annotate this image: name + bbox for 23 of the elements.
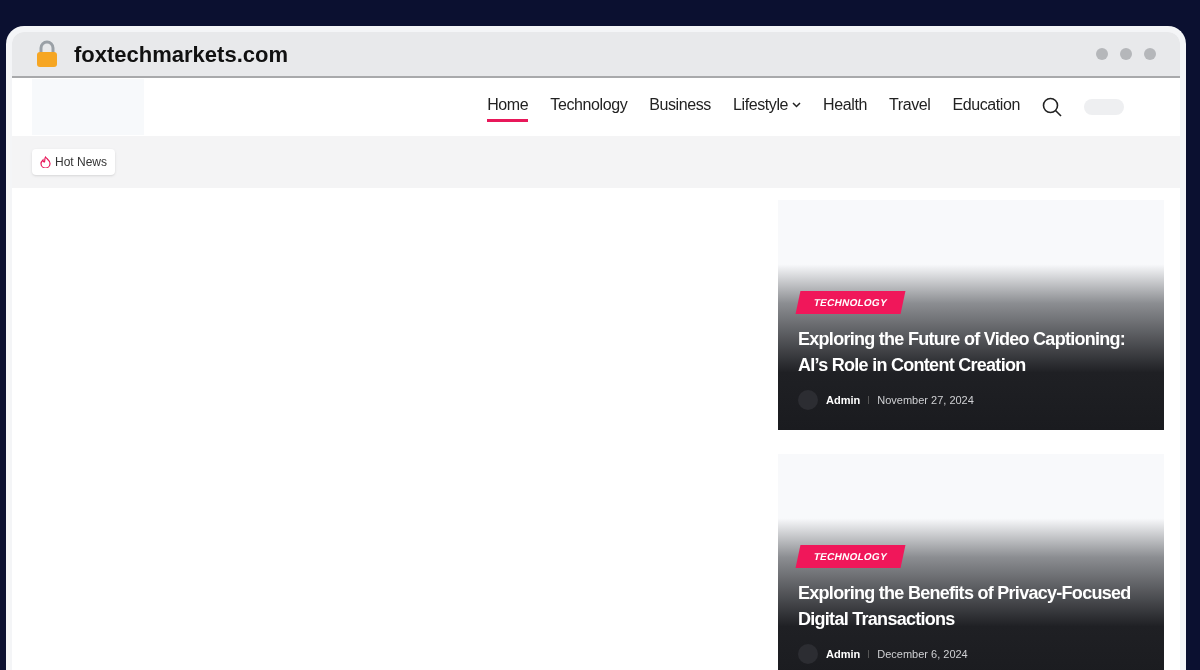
author-name[interactable]: Admin bbox=[826, 645, 861, 663]
nav-link[interactable]: Technology bbox=[550, 92, 628, 122]
flame-icon bbox=[40, 156, 51, 168]
nav-link[interactable]: Health bbox=[823, 92, 867, 122]
nav-link[interactable]: Lifestyle bbox=[733, 92, 802, 122]
post-card[interactable]: TECHNOLOGY Exploring the Future of Video Captioning: AI’s Role in Content Creation Admin November 27, 2024 bbox=[778, 200, 1164, 430]
nav-link[interactable]: Home bbox=[487, 92, 529, 122]
search-icon[interactable] bbox=[1042, 97, 1062, 117]
category-tag[interactable]: TECHNOLOGY bbox=[795, 291, 906, 314]
author-name[interactable]: Admin bbox=[826, 391, 861, 409]
url-text[interactable]: foxtechmarkets.com bbox=[74, 37, 288, 71]
post-card[interactable]: TECHNOLOGY Exploring the Benefits of Privacy-Focused Digital Transactions Admin December 6, 2024 bbox=[778, 454, 1164, 670]
category-tag[interactable]: TECHNOLOGY bbox=[795, 545, 906, 568]
post-date: December 6, 2024 bbox=[877, 646, 968, 662]
hot-news-badge[interactable]: Hot News bbox=[32, 149, 115, 175]
post-date: November 27, 2024 bbox=[877, 392, 974, 408]
chevron-down-icon bbox=[792, 101, 802, 108]
nav-link[interactable]: Travel bbox=[888, 92, 931, 122]
nav-link[interactable]: Business bbox=[649, 92, 711, 122]
nav-link[interactable]: Education bbox=[952, 92, 1020, 122]
post-title[interactable]: Exploring the Benefits of Privacy-Focused Digital Transactions bbox=[798, 580, 1144, 632]
padlock-icon bbox=[36, 40, 58, 68]
post-title[interactable]: Exploring the Future of Video Captioning: AI’s Role in Content Creation bbox=[798, 326, 1144, 378]
